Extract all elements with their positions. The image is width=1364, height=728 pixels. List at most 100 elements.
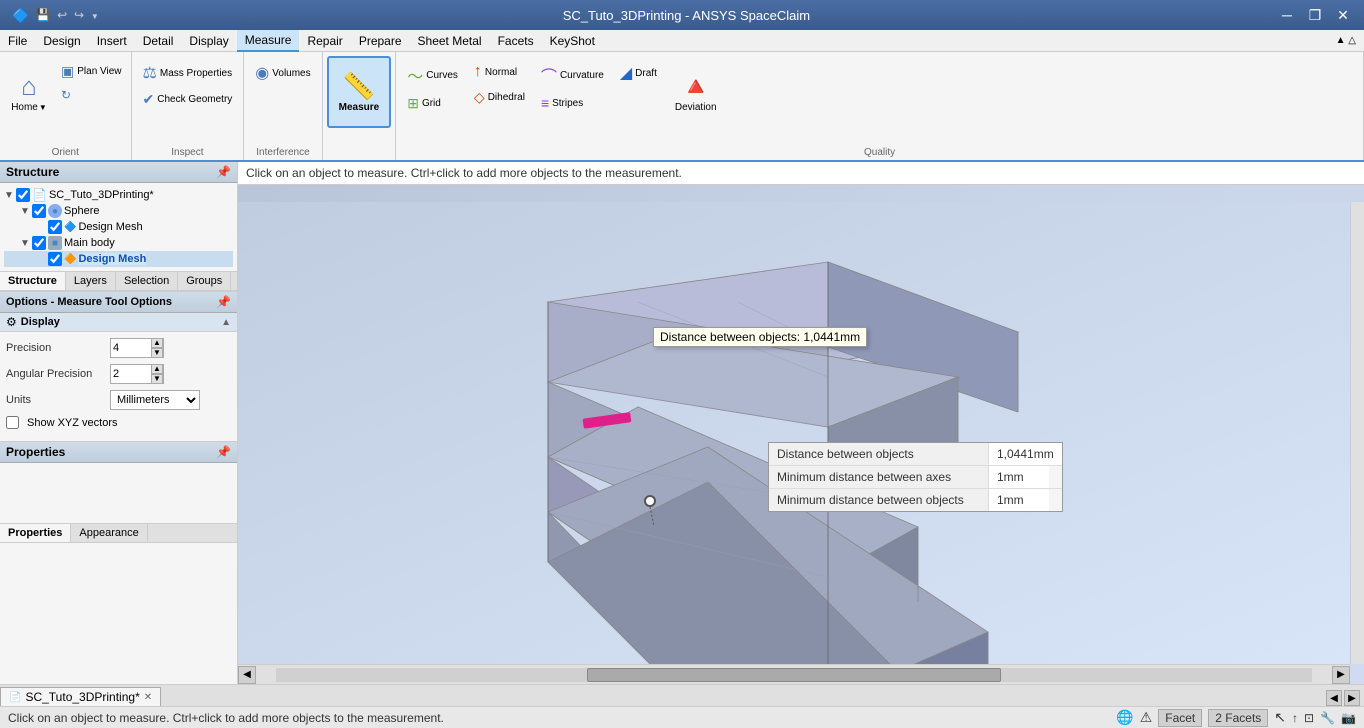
meas-row-1: Distance between objects 1,0441mm (769, 443, 1062, 466)
show-xyz-row: Show XYZ vectors (6, 416, 231, 429)
menu-file[interactable]: File (0, 30, 35, 52)
ribbon-home-button[interactable]: ⌂ Home ▼ (4, 56, 54, 128)
tree-checkbox-main-body[interactable] (32, 236, 46, 250)
structure-pin[interactable]: 📌 (216, 165, 231, 179)
measure-button[interactable]: 📏 Measure (327, 56, 392, 128)
window-title: SC_Tuto_3DPrinting - ANSYS SpaceClaim (99, 8, 1274, 23)
ribbon-toggle[interactable]: ▲ △ (1336, 35, 1356, 46)
draft-button[interactable]: ◢ Draft (613, 60, 664, 86)
curvature-icon: ⌒ (541, 63, 557, 87)
menu-display[interactable]: Display (181, 30, 236, 52)
precision-up[interactable]: ▲ (151, 338, 163, 348)
menu-sheet-metal[interactable]: Sheet Metal (410, 30, 490, 52)
scroll-thumb-h[interactable] (587, 668, 1001, 682)
dihedral-button[interactable]: ◇ Dihedral (467, 86, 532, 109)
tab-layers[interactable]: Layers (66, 272, 116, 290)
mass-properties-button[interactable]: ⚖ Mass Properties (136, 60, 240, 86)
stripes-button[interactable]: ≡ Stripes (534, 92, 611, 114)
status-extra2-icon: 📷 (1341, 711, 1356, 725)
precision-label: Precision (6, 342, 106, 354)
menu-prepare[interactable]: Prepare (351, 30, 410, 52)
measurement-tooltip: Distance between objects: 1,0441mm (653, 327, 867, 347)
plan-view-button[interactable]: ▣ Plan View (56, 60, 127, 83)
normal-button[interactable]: ↑ Normal (467, 60, 532, 84)
tab-prev-button[interactable]: ◀ (1326, 690, 1342, 706)
check-geometry-button[interactable]: ✔ Check Geometry (136, 88, 240, 111)
doc-tab-close[interactable]: ✕ (144, 692, 152, 703)
tree-checkbox-sphere[interactable] (32, 204, 46, 218)
show-xyz-checkbox[interactable] (6, 416, 19, 429)
tree-label-dm1: Design Mesh (78, 221, 142, 233)
menu-insert[interactable]: Insert (89, 30, 135, 52)
tree-checkbox-dm2[interactable] (48, 252, 62, 266)
status-facet-badge: Facet (1158, 709, 1202, 727)
tab-properties[interactable]: Properties (0, 524, 71, 542)
close-button[interactable]: ✕ (1330, 5, 1356, 25)
doc-tab-label: SC_Tuto_3DPrinting* (25, 690, 139, 704)
tab-appearance[interactable]: Appearance (71, 524, 147, 542)
scroll-track-h[interactable] (276, 668, 1312, 682)
menu-measure[interactable]: Measure (237, 30, 300, 52)
orient-extra-button[interactable]: ↻ (56, 85, 127, 105)
display-section-header[interactable]: ⚙ Display ▲ (0, 313, 237, 332)
meas-row-3: Minimum distance between objects 1mm (769, 489, 1062, 511)
qa-save[interactable]: 💾 (35, 8, 50, 22)
menu-design[interactable]: Design (35, 30, 88, 52)
tree-checkbox-root[interactable] (16, 188, 30, 202)
angular-precision-field[interactable] (111, 368, 151, 380)
instruction-bar: Click on an object to measure. Ctrl+clic… (238, 162, 1364, 185)
scroll-right-arrow[interactable]: ▶ (1332, 666, 1350, 684)
options-header[interactable]: Options - Measure Tool Options 📌 (0, 292, 237, 313)
scrollbar-right[interactable] (1350, 202, 1364, 664)
quick-access-area: 💾 ↩ ↪ ▼ (35, 8, 98, 22)
tab-next-button[interactable]: ▶ (1344, 690, 1360, 706)
units-select[interactable]: Millimeters Centimeters Meters Inches Fe… (110, 390, 200, 410)
deviation-button[interactable]: 🔺 Deviation (666, 56, 726, 128)
meas-key-1: Distance between objects (769, 443, 989, 465)
qa-undo[interactable]: ↩ (57, 8, 67, 22)
main-body-icon: ■ (48, 236, 62, 250)
curvature-button[interactable]: ⌒ Curvature (534, 60, 611, 90)
tree-label-root: SC_Tuto_3DPrinting* (49, 189, 154, 201)
grid-button[interactable]: ⊞ Grid (400, 92, 465, 115)
precision-spinner[interactable]: ▲ ▼ (151, 338, 163, 358)
tree-item-main-body[interactable]: ▼ ■ Main body (4, 235, 233, 251)
menu-facets[interactable]: Facets (490, 30, 542, 52)
precision-field[interactable] (111, 342, 151, 354)
menu-detail[interactable]: Detail (135, 30, 182, 52)
tree-item-root[interactable]: ▼ 📄 SC_Tuto_3DPrinting* (4, 187, 233, 203)
meas-key-3: Minimum distance between objects (769, 489, 989, 511)
tree-checkbox-dm1[interactable] (48, 220, 62, 234)
volumes-button[interactable]: ◉ Volumes (248, 60, 317, 86)
angular-precision-spinner[interactable]: ▲ ▼ (151, 364, 163, 384)
angular-precision-input[interactable]: ▲ ▼ (110, 364, 164, 384)
tab-selection[interactable]: Selection (116, 272, 178, 290)
scroll-left-arrow[interactable]: ◀ (238, 666, 256, 684)
tree-label-sphere: Sphere (64, 205, 99, 217)
tree-item-design-mesh-1[interactable]: ▶ 🔷 Design Mesh (4, 219, 233, 235)
orient-icon: ↻ (61, 88, 71, 102)
doc-tab-main[interactable]: 📄 SC_Tuto_3DPrinting* ✕ (0, 687, 161, 706)
viewport[interactable]: Click on an object to measure. Ctrl+clic… (238, 162, 1364, 684)
precision-input[interactable]: ▲ ▼ (110, 338, 164, 358)
tab-nav: ◀ ▶ (1326, 690, 1364, 706)
tree-item-design-mesh-2[interactable]: ▶ 🔶 Design Mesh (4, 251, 233, 267)
scrollbar-bottom[interactable]: ◀ ▶ (238, 664, 1350, 684)
precision-down[interactable]: ▼ (151, 348, 163, 358)
angular-down[interactable]: ▼ (151, 374, 163, 384)
tab-groups[interactable]: Groups (178, 272, 231, 290)
properties-pin[interactable]: 📌 (216, 445, 231, 459)
measurement-table: Distance between objects 1,0441mm Minimu… (768, 442, 1063, 512)
menu-keyshot[interactable]: KeyShot (542, 30, 603, 52)
tab-structure[interactable]: Structure (0, 272, 66, 290)
options-collapse-icon[interactable]: 📌 (216, 295, 231, 309)
angular-up[interactable]: ▲ (151, 364, 163, 374)
tree-item-sphere[interactable]: ▼ ● Sphere (4, 203, 233, 219)
curves-button[interactable]: 〜 Curves (400, 60, 465, 90)
quality-group-label: Quality (400, 147, 1359, 160)
minimize-button[interactable]: ─ (1274, 5, 1300, 25)
restore-button[interactable]: ❐ (1302, 5, 1328, 25)
menu-repair[interactable]: Repair (299, 30, 350, 52)
qa-redo[interactable]: ↪ (74, 8, 84, 22)
qa-dropdown[interactable]: ▼ (91, 12, 99, 21)
